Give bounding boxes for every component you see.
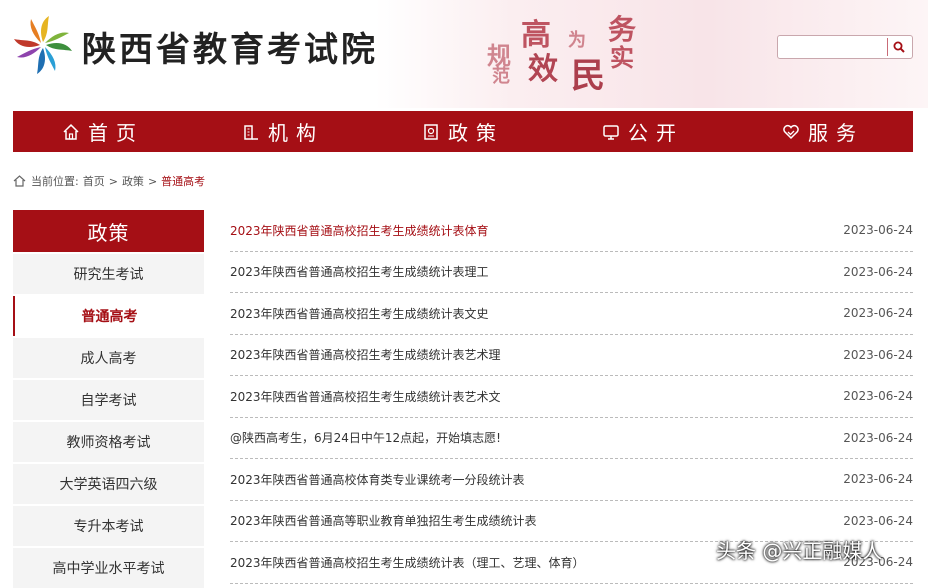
search-box	[777, 35, 913, 59]
breadcrumb-link-policy[interactable]: 政策	[122, 173, 144, 189]
article-title[interactable]: 2023年陕西省普通高等职业教育单独招生考生成绩统计表	[230, 512, 537, 529]
document-icon	[422, 123, 440, 141]
site-header: 陕西省教育考试院 规 范 高 效 为 民 务 实	[0, 0, 928, 110]
breadcrumb: 当前位置: 首页 > 政策 > 普通高考	[13, 173, 205, 189]
search-icon	[893, 41, 905, 53]
home-icon	[13, 175, 26, 187]
slogan-char: 效	[528, 52, 558, 87]
main-nav: 首页 机构 政策 公开 服务	[13, 111, 913, 152]
pinwheel-logo[interactable]	[12, 14, 74, 76]
sidebar-item-cet[interactable]: 大学英语四六级	[13, 464, 204, 504]
article-title[interactable]: 2023年陕西省普通高校招生考生成绩统计表艺术文	[230, 388, 501, 405]
home-icon	[62, 123, 80, 141]
sidebar-item-upgrade[interactable]: 专升本考试	[13, 506, 204, 546]
nav-item-policy[interactable]: 政策	[373, 111, 553, 152]
nav-item-label: 政策	[448, 121, 504, 145]
article-date: 2023-06-24	[843, 513, 913, 528]
article-title[interactable]: 2023年陕西省普通高校招生考生成绩统计表艺术理	[230, 346, 501, 363]
sidebar-item-postgraduate[interactable]: 研究生考试	[13, 254, 204, 294]
sidebar-item-teacher-cert[interactable]: 教师资格考试	[13, 422, 204, 462]
nav-item-organization[interactable]: 机构	[193, 111, 373, 152]
article-date: 2023-06-24	[843, 430, 913, 445]
nav-item-label: 机构	[268, 121, 324, 145]
slogan-char: 范	[492, 66, 510, 87]
article-title[interactable]: 2023年陕西省普通高校招生考生成绩统计表理工	[230, 263, 489, 280]
article-date: 2023-06-24	[843, 347, 913, 362]
article-list: 2023年陕西省普通高校招生考生成绩统计表体育 2023-06-24 2023年…	[230, 210, 913, 584]
list-item[interactable]: 2023年陕西省普通高校体育类专业课统考一分段统计表 2023-06-24	[230, 459, 913, 501]
nav-item-public[interactable]: 公开	[553, 111, 733, 152]
sidebar-item-high-school[interactable]: 高中学业水平考试	[13, 548, 204, 588]
nav-item-label: 服务	[808, 121, 864, 145]
article-title[interactable]: @陕西高考生，6月24日中午12点起，开始填志愿!	[230, 429, 501, 446]
list-item[interactable]: 2023年陕西省普通高校招生考生成绩统计表艺术文 2023-06-24	[230, 376, 913, 418]
breadcrumb-separator: >	[147, 174, 158, 188]
sidebar: 政策 研究生考试 普通高考 成人高考 自学考试 教师资格考试 大学英语四六级 专…	[13, 210, 204, 588]
article-title[interactable]: 2023年陕西省普通高校招生考生成绩统计表体育	[230, 222, 489, 239]
building-icon	[242, 123, 260, 141]
watermark: 头条 @兴正融媒人	[716, 539, 883, 563]
sidebar-item-self-study[interactable]: 自学考试	[13, 380, 204, 420]
list-item[interactable]: 2023年陕西省普通高校招生考生成绩统计表体育 2023-06-24	[230, 210, 913, 252]
article-date: 2023-06-24	[843, 306, 913, 321]
search-input[interactable]	[782, 38, 886, 56]
sidebar-item-gaokao[interactable]: 普通高考	[13, 296, 204, 336]
heart-hand-icon	[782, 123, 800, 141]
monitor-icon	[602, 123, 620, 141]
slogan-char: 民	[571, 56, 605, 96]
sidebar-item-adult[interactable]: 成人高考	[13, 338, 204, 378]
article-date: 2023-06-24	[843, 472, 913, 487]
sidebar-title: 政策	[13, 210, 204, 252]
article-title[interactable]: 2023年陕西省普通高校招生考生成绩统计表文史	[230, 305, 489, 322]
article-date: 2023-06-24	[843, 389, 913, 404]
list-item[interactable]: 2023年陕西省普通高校招生考生成绩统计表艺术理 2023-06-24	[230, 335, 913, 376]
article-date: 2023-06-24	[843, 223, 913, 238]
search-button[interactable]	[887, 38, 910, 56]
nav-item-home[interactable]: 首页	[13, 111, 193, 152]
nav-item-label: 公开	[628, 121, 684, 145]
article-date: 2023-06-24	[843, 264, 913, 279]
list-item[interactable]: 2023年陕西省普通高校招生考生成绩统计表文史 2023-06-24	[230, 293, 913, 335]
nav-item-service[interactable]: 服务	[733, 111, 913, 152]
site-title: 陕西省教育考试院	[82, 30, 378, 70]
breadcrumb-current[interactable]: 普通高考	[161, 173, 205, 189]
nav-item-label: 首页	[88, 121, 144, 145]
list-item[interactable]: 2023年陕西省普通高校招生考生成绩统计表理工 2023-06-24	[230, 252, 913, 293]
slogan-char: 实	[610, 43, 634, 72]
breadcrumb-separator: >	[108, 174, 118, 188]
list-item[interactable]: @陕西高考生，6月24日中午12点起，开始填志愿! 2023-06-24	[230, 418, 913, 459]
breadcrumb-link-home[interactable]: 首页	[83, 173, 105, 189]
breadcrumb-prefix: 当前位置:	[31, 175, 79, 188]
article-title[interactable]: 2023年陕西省普通高校招生考生成绩统计表（理工、艺理、体育）	[230, 554, 585, 571]
article-title[interactable]: 2023年陕西省普通高校体育类专业课统考一分段统计表	[230, 471, 525, 488]
